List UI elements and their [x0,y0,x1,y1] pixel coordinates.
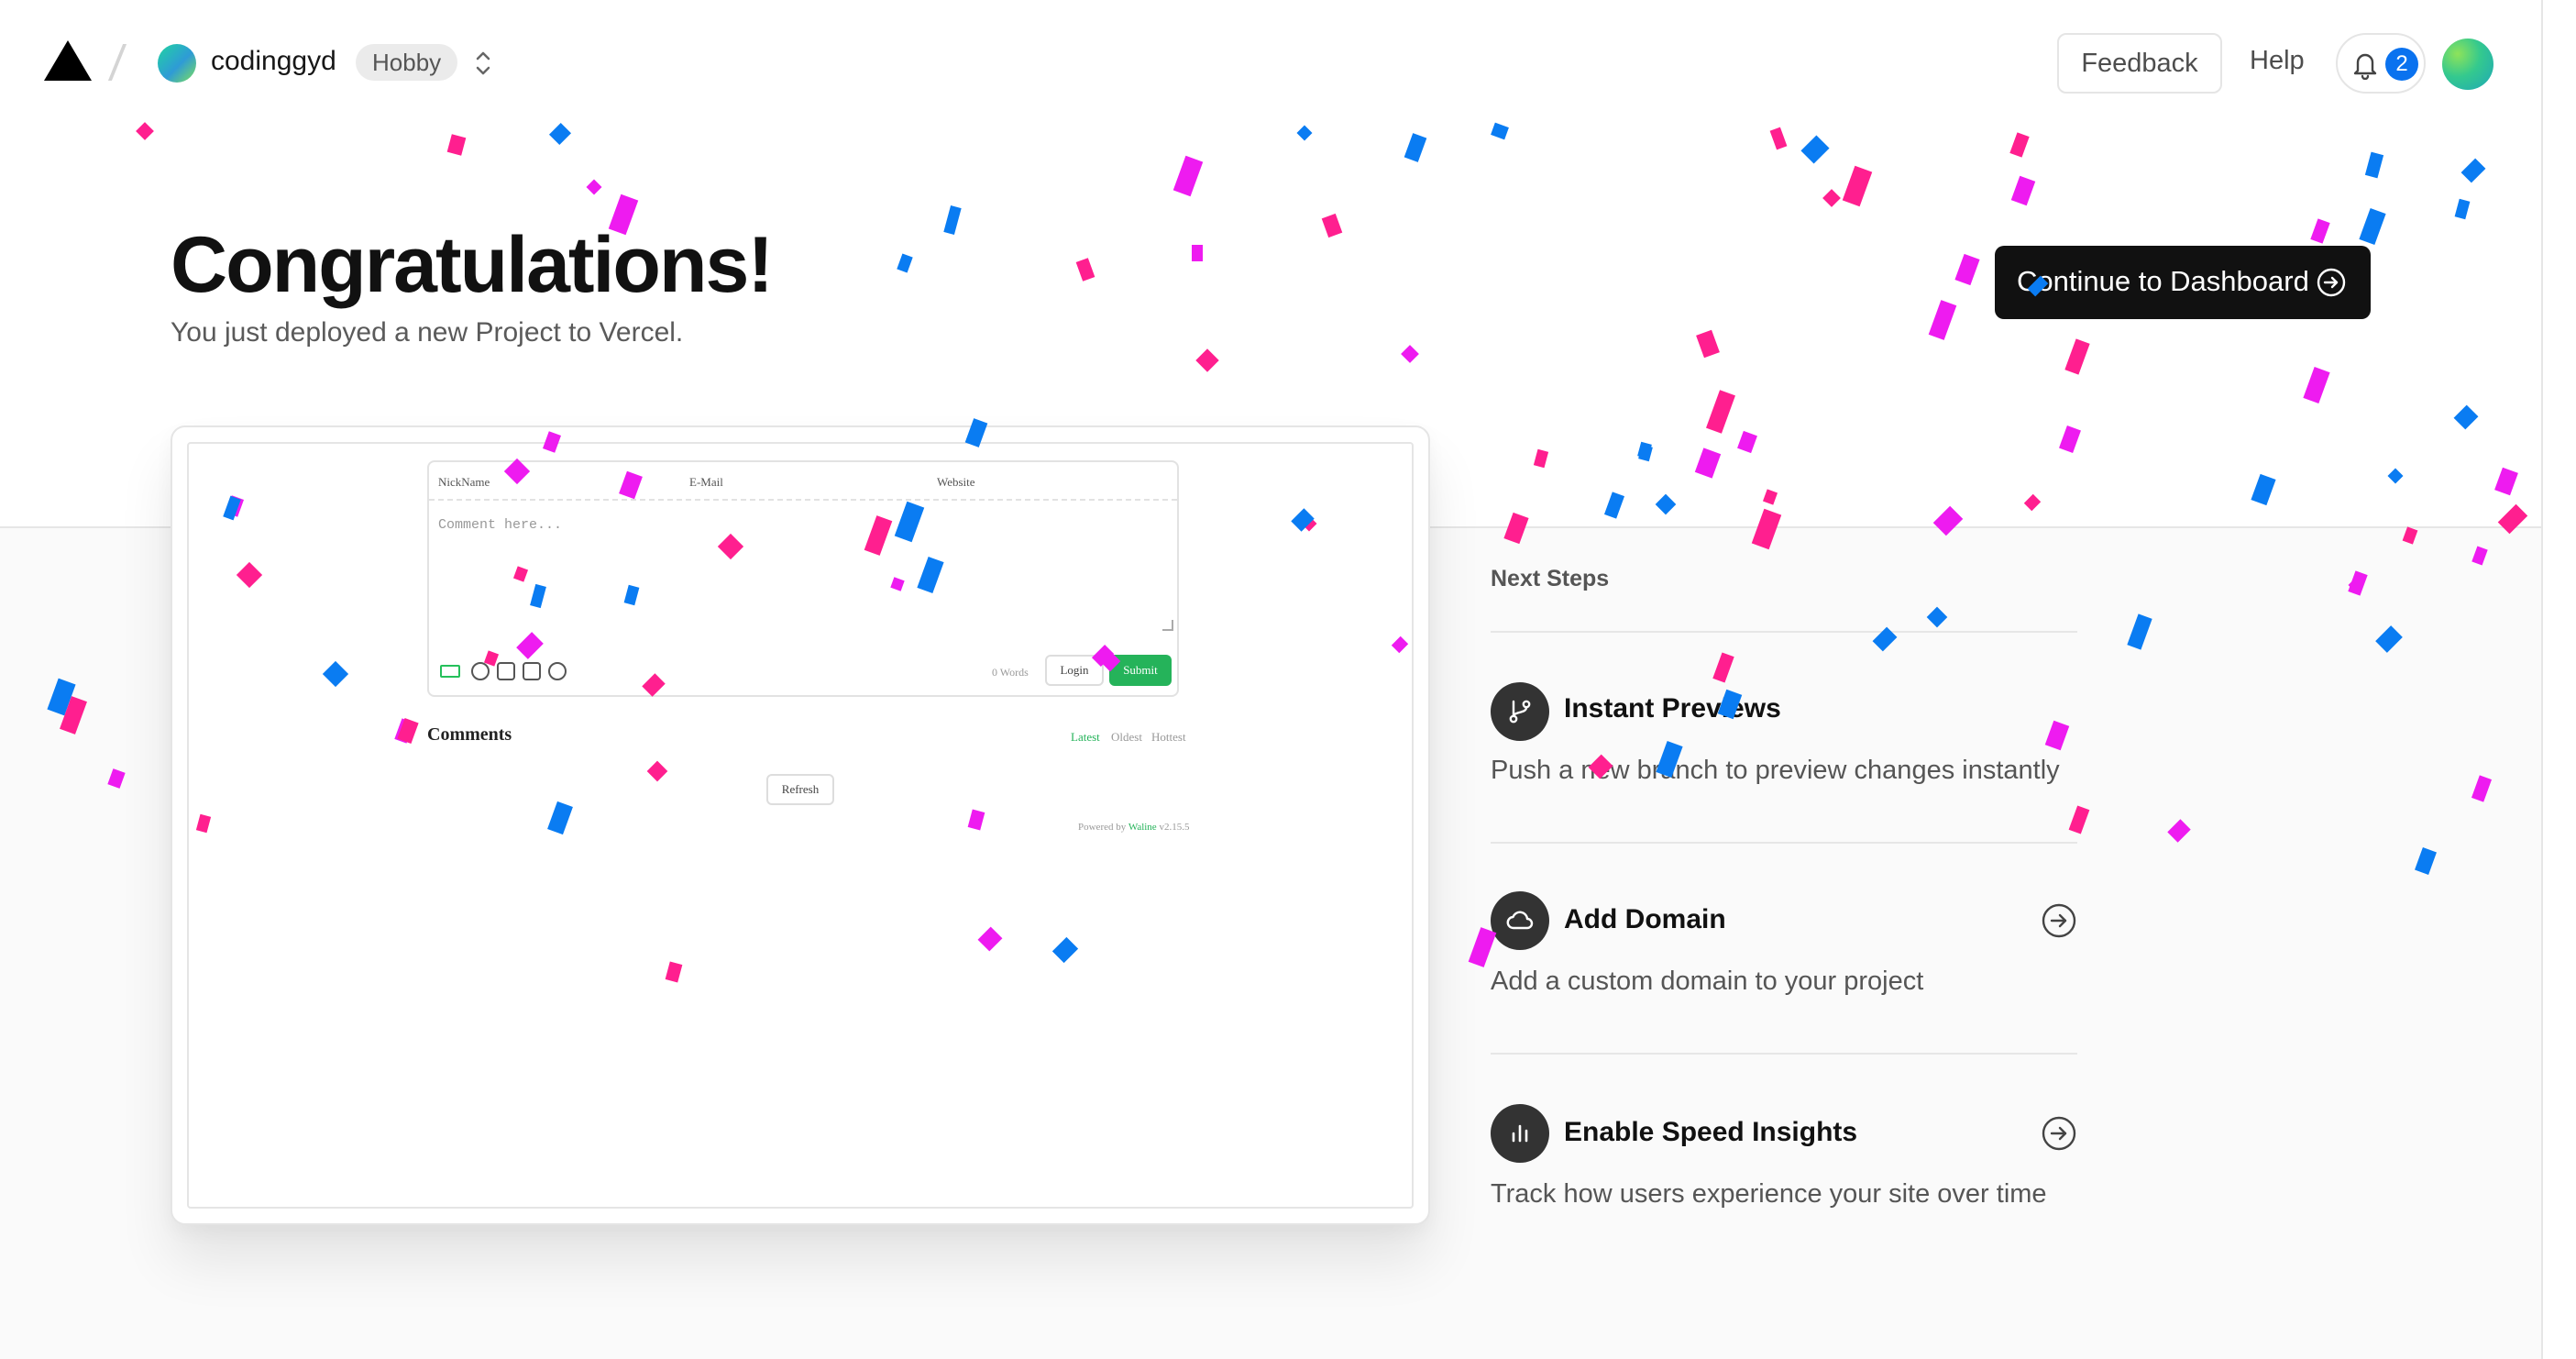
step-divider [1491,631,2077,633]
git-branch-icon [1491,682,1549,741]
team-avatar[interactable] [158,44,196,83]
notifications-button[interactable]: 2 [2336,33,2426,94]
preview-submit-button: Submit [1109,655,1172,686]
sort-latest: Latest [1071,730,1100,744]
breadcrumb-separator [107,44,127,81]
help-link[interactable]: Help [2250,46,2305,76]
notification-count-badge: 2 [2385,48,2418,81]
word-count: 0 Words [992,666,1029,679]
confetti-piece [1468,927,1497,967]
confetti-piece [2471,775,2493,802]
confetti-piece [60,696,87,735]
step-description: Track how users experience your site ove… [1491,1179,2047,1209]
nickname-label: NickName [438,475,490,489]
confetti-piece [2167,819,2191,843]
comment-placeholder: Comment here... [438,517,563,533]
email-label: E-Mail [689,475,723,489]
powered-by-label: Powered by [1078,822,1127,833]
step-divider [1491,1053,2077,1055]
step-title: Enable Speed Insights [1564,1117,1858,1147]
step-divider [1491,842,2077,844]
sort-hottest: Hottest [1151,730,1186,744]
cloud-icon [1491,891,1549,950]
powered-by-name: Waline [1128,822,1157,833]
preview-icon [548,662,567,680]
page-subtitle: You just deployed a new Project to Verce… [171,317,684,348]
sort-oldest: Oldest [1111,730,1142,744]
confetti-piece [2348,577,2364,593]
comment-form: NickName E-Mail Website Comment here... … [427,460,1179,697]
top-navigation: codinggyd Hobby Feedback Help 2 [0,0,2539,128]
confetti-piece [2471,546,2488,566]
step-description: Push a new branch to preview changes ins… [1491,756,2060,785]
confetti-piece [47,678,76,716]
deployment-screenshot: NickName E-Mail Website Comment here... … [187,442,1414,1209]
confetti-piece [2044,720,2070,751]
bell-icon [2353,53,2377,80]
preview-login-button: Login [1045,655,1104,686]
arrow-right-circle-icon [2317,268,2346,297]
confetti-piece [2068,805,2090,834]
resize-grip-icon [1162,620,1173,631]
gif-icon [497,662,515,680]
step-title: Instant Previews [1564,693,1781,724]
user-avatar[interactable] [2442,39,2493,90]
powered-by-text: Powered by Waline v2.15.5 [1078,822,1189,833]
step-title: Add Domain [1564,904,1726,934]
feedback-button[interactable]: Feedback [2057,33,2222,94]
plan-badge: Hobby [356,44,458,81]
window-edge [2541,0,2576,1359]
dashboard-button-label: Continue to Dashboard [2017,265,2309,297]
page-title: Congratulations! [171,221,774,309]
confetti-piece [107,768,126,789]
arrow-right-circle-icon[interactable] [2041,1115,2077,1152]
bar-chart-icon [1491,1104,1549,1163]
vercel-logo-icon[interactable] [44,40,92,81]
next-steps-heading: Next Steps [1491,566,1610,591]
team-name[interactable]: codinggyd [211,46,336,77]
form-divider [429,499,1177,501]
confetti-piece [1712,652,1734,683]
arrow-right-circle-icon[interactable] [2041,902,2077,939]
confetti-piece [2375,625,2403,653]
emoji-icon [471,662,490,680]
markdown-icon [440,665,460,678]
confetti-piece [2402,526,2418,545]
page: codinggyd Hobby Feedback Help 2 Congratu… [0,0,2576,1359]
comments-heading: Comments [427,724,512,745]
website-label: Website [937,475,975,489]
confetti-piece [2415,847,2437,875]
team-switcher-chevron-icon[interactable] [469,44,497,83]
continue-to-dashboard-button[interactable]: Continue to Dashboard [1995,246,2371,319]
powered-by-version: v2.15.5 [1159,822,1190,833]
step-description: Add a custom domain to your project [1491,967,1924,996]
confetti-piece [1926,606,1948,628]
confetti-piece [2348,570,2368,596]
preview-refresh-button: Refresh [766,774,834,805]
confetti-piece [2127,613,2152,650]
deployment-preview-card[interactable]: NickName E-Mail Website Comment here... … [171,425,1430,1225]
image-icon [523,662,541,680]
